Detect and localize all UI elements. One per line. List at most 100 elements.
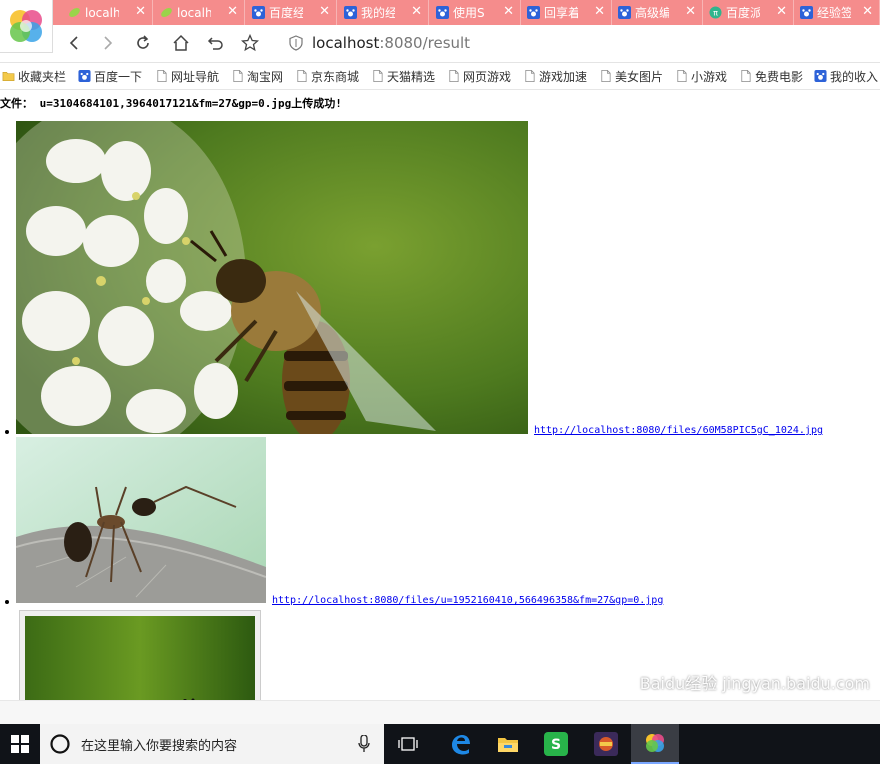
- undo-icon: [207, 37, 223, 50]
- page-icon: [297, 70, 307, 82]
- bookmark-tmall[interactable]: 天猫精选: [371, 67, 435, 85]
- bookmark-favorites-folder[interactable]: 收藏夹栏: [2, 67, 66, 85]
- tab-strip: localh ✕ localh ✕ 百度经 ✕ 我的经 ✕ 使用S ✕ 回享着 …: [0, 0, 880, 25]
- bookmark-free-movies[interactable]: 免费电影: [739, 67, 803, 85]
- leaf-icon: [67, 6, 81, 20]
- svg-text:π: π: [713, 9, 718, 18]
- tab-3[interactable]: 百度经 ✕: [247, 0, 337, 25]
- edge-taskbar-button[interactable]: [436, 724, 484, 764]
- page-content: 文件： u=3104684101,3964017121&fm=27&gp=0.j…: [0, 90, 880, 700]
- baidu-paw-icon: [799, 6, 813, 20]
- close-icon[interactable]: ✕: [135, 4, 146, 19]
- game-app-taskbar-button[interactable]: [582, 724, 630, 764]
- taskbar-search-placeholder: 在这里输入你要搜索的内容: [81, 738, 238, 754]
- tab-label: 使用S: [453, 6, 485, 20]
- tab-2[interactable]: localh ✕: [155, 0, 245, 25]
- taskbar-search-box[interactable]: 在这里输入你要搜索的内容: [40, 724, 384, 764]
- microphone-icon[interactable]: [358, 735, 370, 753]
- bookmark-my-income[interactable]: 我的收入: [814, 67, 878, 85]
- tab-label: 高级编: [635, 6, 669, 20]
- browser-toolbar: localhost:8080/result: [0, 25, 880, 63]
- undo-close-button[interactable]: [204, 31, 228, 55]
- tab-7[interactable]: 高级编 ✕: [613, 0, 703, 25]
- browser-taskbar-button[interactable]: [631, 724, 679, 764]
- windows-logo-icon: [11, 735, 29, 753]
- address-path: :8080/result: [379, 34, 471, 52]
- home-icon: [173, 34, 189, 51]
- baidu-paw-icon: [617, 6, 631, 20]
- reload-button[interactable]: [131, 31, 155, 55]
- shield-icon: [289, 35, 303, 51]
- forward-button[interactable]: [96, 31, 120, 55]
- browser-app-icon: [646, 734, 664, 752]
- bookmark-pictures[interactable]: 美女图片: [599, 67, 663, 85]
- close-icon[interactable]: ✕: [862, 4, 873, 19]
- svg-text:S: S: [551, 737, 561, 753]
- back-icon: [69, 36, 78, 50]
- upload-success-message: 文件： u=3104684101,3964017121&fm=27&gp=0.j…: [0, 97, 342, 110]
- page-icon: [373, 70, 383, 82]
- green-app-taskbar-button[interactable]: S: [532, 724, 580, 764]
- task-view-button[interactable]: [384, 724, 432, 764]
- close-icon[interactable]: ✕: [227, 4, 238, 19]
- bookmark-site-nav[interactable]: 网址导航: [155, 67, 219, 85]
- bookmark-label: 游戏加速: [539, 69, 588, 84]
- tab-6[interactable]: 回享着 ✕: [522, 0, 612, 25]
- bookmark-label: 百度一下: [94, 69, 143, 84]
- bookmark-label: 天猫精选: [387, 69, 436, 84]
- browser-logo[interactable]: [0, 0, 53, 53]
- address-host: localhost: [312, 34, 380, 52]
- file-explorer-taskbar-button[interactable]: [484, 724, 532, 764]
- bookmark-label: 淘宝网: [247, 69, 284, 84]
- task-view-icon: [398, 737, 418, 751]
- tab-8[interactable]: π 百度派 ✕: [704, 0, 794, 25]
- home-button[interactable]: [169, 31, 193, 55]
- page-icon: [677, 70, 687, 82]
- tab-4[interactable]: 我的经 ✕: [339, 0, 429, 25]
- uploaded-file-link[interactable]: http://localhost:8080/files/60M58PIC5gC_…: [534, 425, 823, 436]
- forward-icon: [104, 36, 113, 50]
- star-icon: [241, 34, 259, 52]
- baidu-paw-icon: [78, 69, 91, 83]
- green-app-icon: S: [544, 732, 568, 756]
- tab-1[interactable]: localh ✕: [63, 0, 153, 25]
- bookmark-web-games[interactable]: 网页游戏: [447, 67, 511, 85]
- bee-on-flower-image: [16, 121, 528, 434]
- baidu-paw-icon: [251, 6, 265, 20]
- file-explorer-icon: [498, 738, 518, 752]
- bookmark-mini-games[interactable]: 小游戏: [675, 67, 727, 85]
- tab-label: localh: [85, 5, 119, 20]
- close-icon[interactable]: ✕: [503, 4, 514, 19]
- bookmark-baidu[interactable]: 百度一下: [78, 67, 142, 85]
- favorite-button[interactable]: [238, 31, 262, 55]
- address-bar[interactable]: localhost:8080/result: [288, 31, 868, 55]
- page-icon: [449, 70, 459, 82]
- bookmark-game-accel[interactable]: 游戏加速: [523, 67, 587, 85]
- tab-label: 经验签: [817, 6, 851, 20]
- close-icon[interactable]: ✕: [685, 4, 696, 19]
- close-icon[interactable]: ✕: [319, 4, 330, 19]
- baidu-jingyan-watermark: Baidu经验 jingyan.baidu.com: [639, 674, 870, 693]
- close-icon[interactable]: ✕: [411, 4, 422, 19]
- bookmark-label: 我的收入: [830, 69, 879, 84]
- bookmark-label: 美女图片: [615, 69, 664, 84]
- close-icon[interactable]: ✕: [594, 4, 605, 19]
- bookmark-taobao[interactable]: 淘宝网: [231, 67, 283, 85]
- bookmark-label: 免费电影: [755, 69, 804, 84]
- close-icon[interactable]: ✕: [776, 4, 787, 19]
- start-button[interactable]: [0, 724, 40, 764]
- uploaded-file-link[interactable]: http://localhost:8080/files/u=1952160410…: [272, 595, 663, 606]
- cortana-circle-icon: [50, 734, 70, 754]
- leaf-icon: [159, 6, 173, 20]
- baidu-paw-icon: [343, 6, 357, 20]
- bookmark-label: 网址导航: [171, 69, 220, 84]
- back-button[interactable]: [62, 31, 86, 55]
- tab-5[interactable]: 使用S ✕: [431, 0, 521, 25]
- browser-logo-icon: [10, 10, 42, 42]
- ant-on-leaf-image: [16, 437, 266, 603]
- folder-icon: [2, 71, 15, 81]
- tab-9[interactable]: 经验签 ✕: [795, 0, 880, 25]
- reload-icon: [137, 35, 149, 49]
- bookmark-jd[interactable]: 京东商城: [295, 67, 359, 85]
- tab-label: 百度经: [269, 6, 303, 20]
